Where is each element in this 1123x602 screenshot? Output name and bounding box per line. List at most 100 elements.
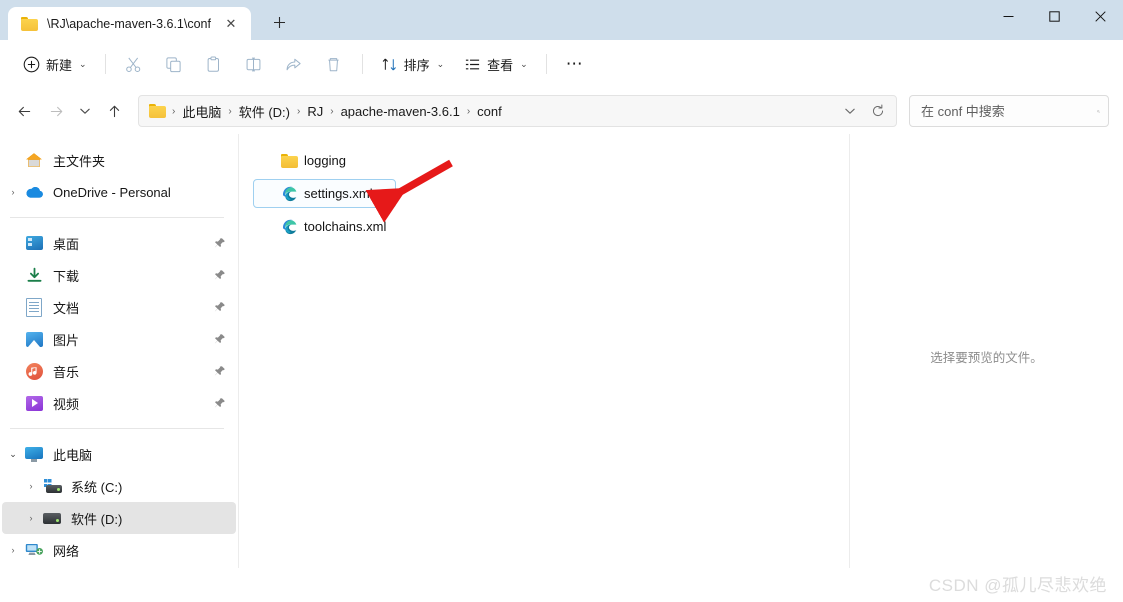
share-button[interactable] xyxy=(275,48,313,80)
sidebar-item-this-pc[interactable]: ⌄ 此电脑 xyxy=(2,438,236,470)
ellipsis-icon: ⋯ xyxy=(565,54,584,73)
maximize-icon xyxy=(1048,11,1060,22)
tab-title: \RJ\apache-maven-3.6.1\conf xyxy=(47,16,211,31)
chevron-down-icon[interactable]: ⌄ xyxy=(2,449,24,460)
close-window-button[interactable] xyxy=(1077,0,1123,33)
address-bar[interactable]: › 此电脑 › 软件 (D:) › RJ › apache-maven-3.6.… xyxy=(138,95,897,127)
chevron-right-icon[interactable]: › xyxy=(2,545,24,555)
back-button[interactable] xyxy=(8,95,40,127)
file-item-settings-xml[interactable]: settings.xml xyxy=(253,179,396,208)
tab-conf[interactable]: \RJ\apache-maven-3.6.1\conf ✕ xyxy=(8,7,251,40)
breadcrumb-item-drive-d[interactable]: 软件 (D:) xyxy=(235,99,294,124)
sidebar-item-system-c[interactable]: › 系统 (C:) xyxy=(2,470,236,502)
sidebar-item-drive-d[interactable]: › 软件 (D:) xyxy=(2,502,236,534)
file-list-pane: logging settings.xml toolchains.xml 选择要预… xyxy=(238,134,1123,568)
forward-button[interactable] xyxy=(40,95,72,127)
breadcrumb-item-rj[interactable]: RJ xyxy=(303,101,327,122)
up-button[interactable] xyxy=(98,95,130,127)
pin-icon[interactable] xyxy=(214,269,226,281)
explorer-body: 主文件夹 › OneDrive - Personal 桌面 下载 文档 图片 音… xyxy=(0,134,1123,568)
navigation-bar: › 此电脑 › 软件 (D:) › RJ › apache-maven-3.6.… xyxy=(0,88,1123,134)
sidebar-item-pictures[interactable]: 图片 xyxy=(2,323,236,355)
pin-icon[interactable] xyxy=(214,365,226,377)
sidebar-label: 系统 (C:) xyxy=(71,479,123,495)
sidebar-item-documents[interactable]: 文档 xyxy=(2,291,236,323)
pin-icon[interactable] xyxy=(214,333,226,345)
copy-button[interactable] xyxy=(155,48,193,80)
breadcrumb-item-conf[interactable]: conf xyxy=(473,101,506,122)
file-name: settings.xml xyxy=(304,186,373,201)
new-button[interactable]: 新建 ⌄ xyxy=(14,48,96,80)
sidebar-item-desktop[interactable]: 桌面 xyxy=(2,227,236,259)
minimize-button[interactable] xyxy=(985,0,1031,33)
arrow-left-icon xyxy=(18,106,30,116)
new-button-label: 新建 xyxy=(46,57,73,73)
chevron-down-icon: ⌄ xyxy=(79,58,87,69)
sort-button-label: 排序 xyxy=(403,57,430,73)
breadcrumb-item-this-pc[interactable]: 此电脑 xyxy=(178,99,225,124)
edge-browser-icon xyxy=(280,218,298,236)
desktop-icon xyxy=(24,234,44,252)
rename-icon xyxy=(246,57,261,71)
music-icon xyxy=(24,362,44,380)
pin-icon[interactable] xyxy=(214,237,226,249)
sidebar-item-videos[interactable]: 视频 xyxy=(2,387,236,419)
close-tab-icon[interactable]: ✕ xyxy=(220,13,242,35)
search-box[interactable] xyxy=(909,95,1109,127)
chevron-down-icon xyxy=(80,108,90,114)
sidebar-item-network[interactable]: › 网络 xyxy=(2,534,236,566)
chevron-right-icon[interactable]: › xyxy=(20,513,42,523)
sidebar-label: 软件 (D:) xyxy=(71,511,123,527)
file-item-logging[interactable]: logging xyxy=(253,146,396,175)
file-explorer-window: \RJ\apache-maven-3.6.1\conf ✕ 新建 ⌄ 排序 ⌄ … xyxy=(0,0,1123,602)
title-bar: \RJ\apache-maven-3.6.1\conf ✕ xyxy=(0,0,1123,40)
pin-icon[interactable] xyxy=(214,397,226,409)
home-icon xyxy=(24,151,44,169)
command-toolbar: 新建 ⌄ 排序 ⌄ 查看 ⌄ ⋯ xyxy=(0,40,1123,88)
tab-strip: \RJ\apache-maven-3.6.1\conf ✕ xyxy=(0,0,295,40)
sidebar-label: 图片 xyxy=(53,332,80,348)
file-item-toolchains-xml[interactable]: toolchains.xml xyxy=(253,212,401,241)
breadcrumb-item-apache-maven[interactable]: apache-maven-3.6.1 xyxy=(337,101,464,122)
sidebar-item-onedrive[interactable]: › OneDrive - Personal xyxy=(2,176,236,208)
sidebar-item-music[interactable]: 音乐 xyxy=(2,355,236,387)
chevron-right-icon[interactable]: › xyxy=(2,187,24,197)
paste-button[interactable] xyxy=(195,48,233,80)
edge-browser-icon xyxy=(280,185,298,203)
sidebar-item-home[interactable]: 主文件夹 xyxy=(2,144,236,176)
refresh-button[interactable] xyxy=(864,98,892,124)
more-options-button[interactable]: ⋯ xyxy=(556,48,594,80)
cloud-icon xyxy=(24,183,44,201)
pin-icon[interactable] xyxy=(214,301,226,313)
share-icon xyxy=(286,58,301,70)
chevron-right-icon[interactable]: › xyxy=(20,481,42,491)
cut-button[interactable] xyxy=(115,48,153,80)
new-tab-button[interactable] xyxy=(265,7,295,37)
view-button-label: 查看 xyxy=(487,57,514,73)
sidebar-divider-1 xyxy=(10,217,224,218)
recent-locations-button[interactable] xyxy=(72,95,98,127)
drive-icon xyxy=(42,509,62,527)
download-icon xyxy=(24,266,44,284)
watermark: CSDN @孤儿尽悲欢绝 xyxy=(928,576,1107,595)
address-dropdown-button[interactable] xyxy=(836,98,864,124)
chevron-down-icon: ⌄ xyxy=(520,58,528,69)
view-button[interactable]: 查看 ⌄ xyxy=(455,48,537,80)
arrow-right-icon xyxy=(50,106,62,116)
sidebar-item-downloads[interactable]: 下载 xyxy=(2,259,236,291)
sidebar-label: 视频 xyxy=(53,396,80,412)
sort-button[interactable]: 排序 ⌄ xyxy=(372,48,454,80)
maximize-button[interactable] xyxy=(1031,0,1077,33)
preview-empty-message: 选择要预览的文件。 xyxy=(930,350,1043,365)
breadcrumb-separator: › xyxy=(172,105,176,117)
rename-button[interactable] xyxy=(235,48,273,80)
delete-button[interactable] xyxy=(315,48,353,80)
sidebar-label: 下载 xyxy=(53,268,80,284)
system-drive-icon xyxy=(42,477,62,495)
sort-icon xyxy=(382,58,396,70)
minimize-icon xyxy=(1003,16,1013,17)
search-input[interactable] xyxy=(921,103,1097,119)
file-name: logging xyxy=(304,153,346,168)
copy-icon xyxy=(166,56,181,72)
sidebar-label: 文档 xyxy=(53,300,80,316)
